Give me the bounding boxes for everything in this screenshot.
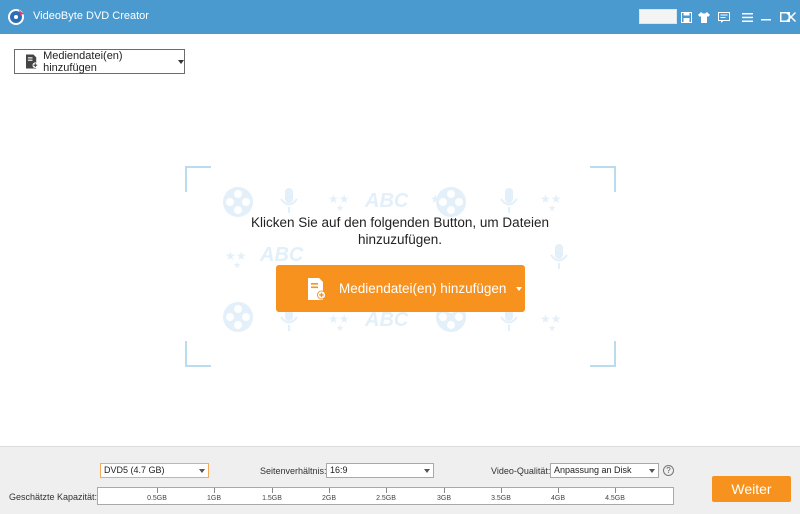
microphone-watermark-icon	[500, 188, 518, 213]
video-quality-value: Anpassung an Disk	[554, 465, 632, 475]
menu-icon[interactable]	[738, 8, 756, 26]
capacity-tick	[501, 488, 502, 493]
watermark-text: ABC	[365, 190, 409, 212]
capacity-tick	[558, 488, 559, 493]
drop-zone-message: Klicken Sie auf den folgenden Button, um…	[251, 215, 549, 247]
shirt-icon[interactable]	[695, 8, 713, 26]
app-logo-icon	[8, 9, 24, 25]
minimize-spacer	[757, 8, 775, 26]
capacity-tick	[615, 488, 616, 493]
corner-top-left	[185, 166, 211, 192]
title-bar: VideoByte DVD Creator	[0, 0, 800, 34]
capacity-tick	[329, 488, 330, 493]
capacity-tick	[214, 488, 215, 493]
capacity-tick-label: 3GB	[436, 495, 452, 502]
svg-text:★: ★	[233, 260, 241, 268]
add-media-main-button[interactable]: Mediendatei(en) hinzufügen	[276, 265, 525, 312]
chevron-down-icon	[199, 469, 205, 473]
next-button[interactable]: Weiter	[712, 476, 791, 502]
svg-text:★: ★	[548, 323, 556, 331]
disc-type-select[interactable]: DVD5 (4.7 GB)	[100, 463, 209, 478]
stars-watermark-icon: ★★★	[225, 249, 247, 268]
corner-top-right	[590, 166, 616, 192]
corner-bottom-left	[185, 341, 211, 367]
chevron-down-icon	[649, 469, 655, 473]
microphone-watermark-icon	[280, 188, 298, 213]
capacity-tick-label: 2.5GB	[376, 495, 396, 502]
capacity-tick	[444, 488, 445, 493]
svg-text:★: ★	[336, 323, 344, 331]
capacity-tick	[157, 488, 158, 493]
chevron-down-icon	[516, 286, 523, 291]
svg-text:★: ★	[336, 203, 344, 211]
aspect-ratio-label: Seitenverhältnis:	[260, 466, 327, 476]
add-file-icon	[308, 277, 326, 300]
stars-watermark-icon: ★★★	[540, 192, 562, 211]
add-media-main-label: Mediendatei(en) hinzufügen	[339, 281, 507, 296]
feedback-icon[interactable]	[715, 8, 733, 26]
video-quality-label: Video-Qualität:	[491, 466, 551, 476]
capacity-tick	[272, 488, 273, 493]
film-reel-watermark-icon	[223, 302, 253, 332]
add-media-dropdown-button[interactable]: Mediendatei(en) hinzufügen	[14, 49, 185, 74]
disc-type-value: DVD5 (4.7 GB)	[104, 465, 165, 475]
add-media-label: Mediendatei(en) hinzufügen	[43, 49, 123, 74]
capacity-label: Geschätzte Kapazität:	[9, 492, 98, 502]
capacity-tick-label: 3.5GB	[491, 495, 511, 502]
stars-watermark-icon: ★★★	[328, 192, 350, 211]
capacity-tick-label: 1.5GB	[262, 495, 282, 502]
aspect-ratio-value: 16:9	[330, 465, 348, 475]
save-icon[interactable]	[677, 8, 695, 26]
add-file-icon	[26, 54, 39, 69]
stars-watermark-icon: ★★★	[540, 312, 562, 331]
video-quality-select[interactable]: Anpassung an Disk	[550, 463, 659, 478]
capacity-tick-label: 1GB	[206, 495, 222, 502]
capacity-bar: 0.5GB 1GB 1.5GB 2GB 2.5GB 3GB 3.5GB 4GB 4.5GB	[97, 487, 674, 505]
aspect-ratio-select[interactable]: 16:9	[326, 463, 434, 478]
titlebar-blank-box	[639, 9, 677, 24]
capacity-tick	[386, 488, 387, 493]
app-title: VideoByte DVD Creator	[33, 10, 149, 22]
watermark-text: ABC	[365, 309, 409, 331]
help-icon[interactable]: ?	[663, 465, 674, 476]
chevron-down-icon	[178, 59, 184, 64]
corner-bottom-right	[590, 341, 616, 367]
capacity-tick-label: 4.5GB	[605, 495, 625, 502]
svg-text:★: ★	[548, 203, 556, 211]
close-icon[interactable]	[782, 8, 800, 26]
stars-watermark-icon: ★★★	[328, 312, 350, 331]
capacity-tick-label: 4GB	[550, 495, 566, 502]
capacity-tick-label: 2GB	[321, 495, 337, 502]
chevron-down-icon	[424, 469, 430, 473]
capacity-tick-label: 0.5GB	[147, 495, 167, 502]
